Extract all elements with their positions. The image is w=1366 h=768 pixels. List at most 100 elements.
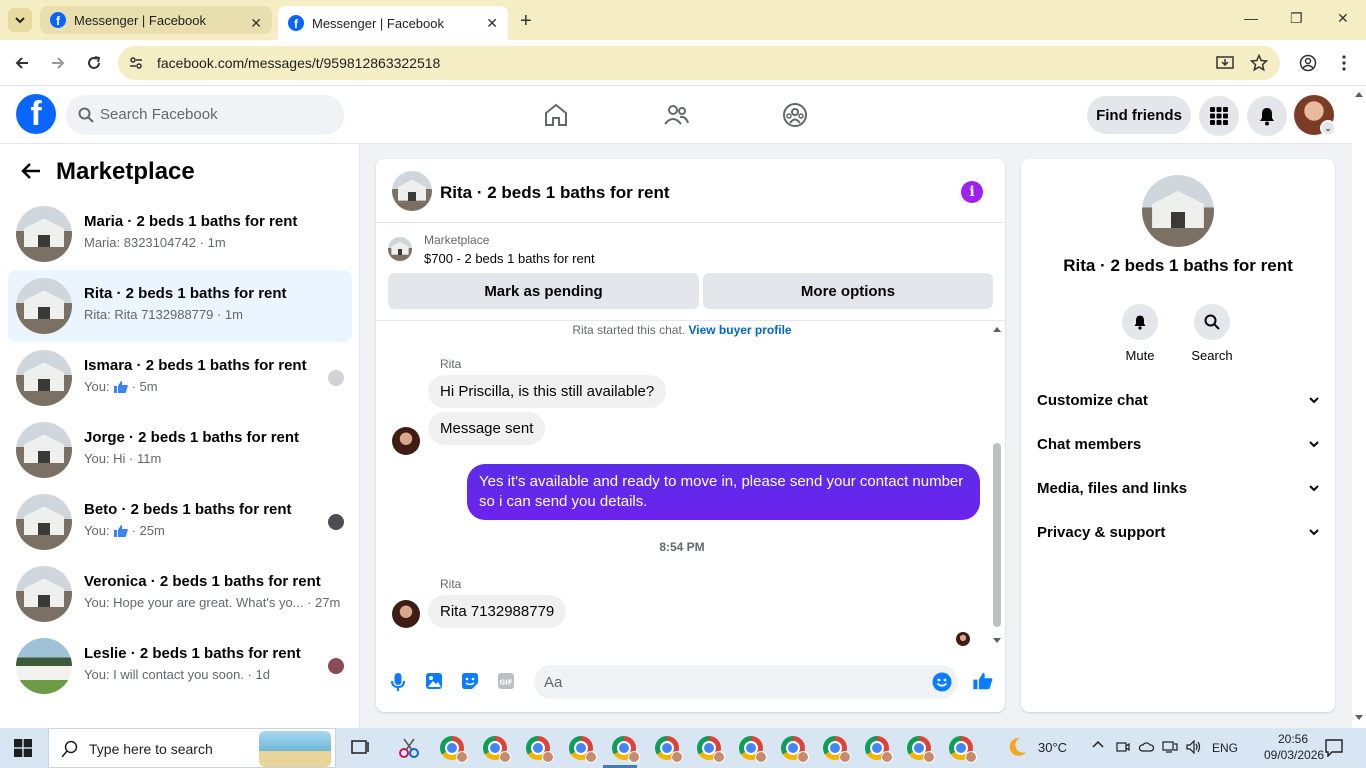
chrome-app-icon[interactable] <box>697 736 725 763</box>
conversation-item-beto[interactable]: Beto · 2 beds 1 baths for rent You: · 25… <box>8 486 352 558</box>
notification-center-icon[interactable] <box>1325 739 1343 757</box>
chrome-app-icon[interactable] <box>483 736 511 763</box>
task-view-icon[interactable] <box>350 738 370 756</box>
message-bubble-incoming[interactable]: Rita 7132988779 <box>428 595 567 628</box>
preview-prefix: You: <box>84 523 110 538</box>
chrome-app-icon[interactable] <box>612 736 640 763</box>
listing-thumbnail <box>16 494 72 550</box>
page-scrollbar[interactable] <box>1352 86 1366 728</box>
restore-icon[interactable]: ❐ <box>1290 10 1303 27</box>
info-icon[interactable]: i <box>961 181 983 203</box>
minimize-icon[interactable]: — <box>1244 10 1258 26</box>
back-icon[interactable] <box>11 52 33 74</box>
onedrive-icon[interactable] <box>1138 740 1154 754</box>
chrome-app-icon[interactable] <box>569 736 597 763</box>
sender-avatar[interactable] <box>392 427 420 455</box>
home-icon[interactable] <box>543 102 569 128</box>
customize-chat-section[interactable]: Customize chat <box>1037 385 1319 415</box>
moon-weather-icon[interactable] <box>1006 736 1028 758</box>
profile-icon[interactable] <box>1297 52 1319 74</box>
chrome-menu-icon[interactable] <box>1333 52 1355 74</box>
scroll-down-icon[interactable] <box>1354 714 1364 722</box>
chat-listing-thumbnail[interactable] <box>392 171 432 211</box>
weather-temperature[interactable]: 30°C <box>1038 740 1067 755</box>
chevron-up-icon[interactable] <box>1091 738 1105 752</box>
conversation-item-jorge[interactable]: Jorge · 2 beds 1 baths for rent You: Hi … <box>8 414 352 486</box>
tab-search-button[interactable] <box>8 8 32 32</box>
thread-scrollbar[interactable] <box>991 323 1001 645</box>
taskbar-search-box[interactable]: Type here to search <box>48 728 336 768</box>
install-app-icon[interactable] <box>1216 54 1234 72</box>
clock-time[interactable]: 20:56 <box>1264 732 1322 746</box>
snipping-tool-icon[interactable] <box>398 737 420 759</box>
message-bubble-incoming[interactable]: Hi Priscilla, is this still available? <box>428 375 667 408</box>
input-language[interactable]: ENG <box>1212 741 1238 755</box>
forward-icon[interactable] <box>47 52 69 74</box>
chrome-app-icon[interactable] <box>865 736 893 763</box>
chrome-app-icon[interactable] <box>440 736 468 763</box>
gif-icon[interactable]: GIF <box>497 672 515 690</box>
privacy-support-section[interactable]: Privacy & support <box>1037 517 1319 547</box>
browser-tab-2[interactable]: f Messenger | Facebook ✕ <box>278 6 508 40</box>
conversation-item-veronica[interactable]: Veronica · 2 beds 1 baths for rent You: … <box>8 558 352 630</box>
chrome-app-icon[interactable] <box>526 736 554 763</box>
mark-as-pending-button[interactable]: Mark as pending <box>388 273 699 309</box>
chat-title[interactable]: Rita · 2 beds 1 baths for rent <box>440 183 670 203</box>
reload-icon[interactable] <box>83 52 105 74</box>
message-bubble-incoming[interactable]: Message sent <box>428 412 546 445</box>
emoji-icon[interactable] <box>932 672 952 692</box>
media-files-links-section[interactable]: Media, files and links <box>1037 473 1319 503</box>
clock-date[interactable]: 09/03/2026 <box>1264 748 1324 762</box>
chrome-app-icon[interactable] <box>739 736 767 763</box>
chrome-app-icon[interactable] <box>655 736 683 763</box>
facebook-search-bar[interactable]: Search Facebook <box>66 95 344 135</box>
conversation-item-rita[interactable]: Rita · 2 beds 1 baths for rent Rita: Rit… <box>8 270 352 342</box>
groups-icon[interactable] <box>782 102 808 128</box>
windows-start-icon[interactable] <box>14 739 32 757</box>
site-info-icon[interactable] <box>128 55 144 71</box>
send-like-icon[interactable] <box>972 670 994 692</box>
friends-icon[interactable] <box>663 102 689 128</box>
view-buyer-profile-link[interactable]: View buyer profile <box>688 323 791 337</box>
chrome-app-icon[interactable] <box>907 736 935 763</box>
chat-members-section[interactable]: Chat members <box>1037 429 1319 459</box>
microphone-icon[interactable] <box>390 672 406 692</box>
chrome-app-icon[interactable] <box>949 736 977 763</box>
sticker-icon[interactable] <box>461 672 479 690</box>
close-tab-icon[interactable]: ✕ <box>250 15 262 32</box>
sender-avatar[interactable] <box>392 600 420 628</box>
account-caret-icon[interactable]: ⌄ <box>1320 120 1336 136</box>
volume-icon[interactable] <box>1186 740 1202 754</box>
chrome-app-icon[interactable] <box>823 736 851 763</box>
scroll-down-icon[interactable] <box>992 637 1002 645</box>
search-in-conversation-button[interactable]: Search <box>1182 304 1242 363</box>
photo-icon[interactable] <box>425 672 443 690</box>
mute-button[interactable]: Mute <box>1110 304 1170 363</box>
message-thread: Rita started this chat. View buyer profi… <box>376 321 1005 651</box>
info-listing-thumbnail <box>1142 175 1214 247</box>
bookmark-star-icon[interactable] <box>1250 54 1268 72</box>
facebook-logo-icon[interactable]: f <box>16 94 56 134</box>
scroll-up-icon[interactable] <box>1354 90 1364 98</box>
new-tab-icon[interactable]: + <box>520 10 532 33</box>
conversation-item-leslie[interactable]: Leslie · 2 beds 1 baths for rent You: I … <box>8 630 352 702</box>
network-icon[interactable] <box>1162 740 1178 754</box>
close-tab-icon[interactable]: ✕ <box>486 15 498 32</box>
find-friends-button[interactable]: Find friends <box>1087 96 1191 134</box>
conversation-item-ismara[interactable]: Ismara · 2 beds 1 baths for rent You: · … <box>8 342 352 414</box>
listing-price-title[interactable]: $700 - 2 beds 1 baths for rent <box>424 251 595 266</box>
conversation-item-maria[interactable]: Maria · 2 beds 1 baths for rent Maria: 8… <box>8 198 352 270</box>
back-arrow-icon[interactable] <box>20 160 42 182</box>
chrome-app-icon[interactable] <box>781 736 809 763</box>
omnibox[interactable]: facebook.com/messages/t/959812863322518 <box>118 46 1280 80</box>
more-options-button[interactable]: More options <box>703 273 993 309</box>
message-bubble-outgoing[interactable]: Yes it's available and ready to move in,… <box>467 464 980 520</box>
menu-grid-button[interactable] <box>1199 96 1239 136</box>
close-window-icon[interactable]: ✕ <box>1337 10 1349 27</box>
notifications-button[interactable] <box>1247 96 1287 136</box>
scroll-up-icon[interactable] <box>992 325 1002 333</box>
browser-tab-1[interactable]: f Messenger | Facebook ✕ <box>40 6 272 34</box>
scroll-thumb[interactable] <box>993 443 1001 627</box>
message-input[interactable] <box>534 665 958 699</box>
meet-now-icon[interactable] <box>1116 740 1130 754</box>
